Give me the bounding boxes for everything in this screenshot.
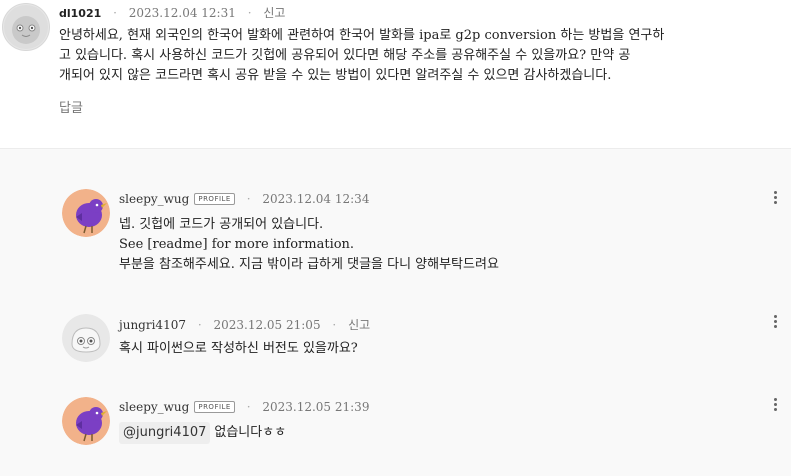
username[interactable]: sleepy_wug xyxy=(119,400,189,414)
reply-button[interactable]: 답글 xyxy=(59,97,83,116)
timestamp: 2023.12.05 21:39 xyxy=(262,400,370,414)
main-comment: dl1021 · 2023.12.04 12:31 · 신고 안녕하세요, 현재… xyxy=(0,0,791,148)
reply-line: 넵. 깃헙에 코드가 공개되어 있습니다. xyxy=(119,217,324,232)
profile-badge[interactable]: PROFILE xyxy=(194,193,235,205)
reply-body: @jungri4107 없습니다ㅎㅎ xyxy=(119,422,286,444)
reply-meta: sleepy_wug PROFILE · 2023.12.05 21:39 xyxy=(119,400,369,414)
more-vertical-icon[interactable] xyxy=(774,191,778,206)
separator-dot: · xyxy=(197,318,202,332)
username[interactable]: jungri4107 xyxy=(119,318,186,332)
timestamp: 2023.12.04 12:34 xyxy=(262,192,370,206)
reply-line: 혹시 파이썬으로 작성하신 버전도 있을까요? xyxy=(119,341,358,356)
ghost-avatar-icon[interactable] xyxy=(62,314,110,362)
timestamp: 2023.12.04 12:31 xyxy=(128,6,236,20)
username[interactable]: dl1021 xyxy=(59,7,101,20)
comment-body: 안녕하세요, 현재 외국인의 한국어 발화에 관련하여 한국어 발화를 ipa로… xyxy=(59,26,664,86)
report-link[interactable]: 신고 xyxy=(348,318,370,332)
report-link[interactable]: 신고 xyxy=(263,6,285,20)
reply-meta: sleepy_wug PROFILE · 2023.12.04 12:34 xyxy=(119,192,369,206)
separator-dot: · xyxy=(246,400,251,414)
reply-body: 혹시 파이썬으로 작성하신 버전도 있을까요? xyxy=(119,339,358,359)
bird-avatar-icon[interactable] xyxy=(62,189,110,237)
comment-line: 안녕하세요, 현재 외국인의 한국어 발화에 관련하여 한국어 발화를 ipa로… xyxy=(59,28,665,43)
separator-dot: · xyxy=(246,192,251,206)
separator-dot: · xyxy=(247,6,252,20)
reply-line: 없습니다ㅎㅎ xyxy=(214,425,287,440)
separator-dot: · xyxy=(113,6,117,20)
more-vertical-icon[interactable] xyxy=(774,315,778,330)
bird-avatar-icon[interactable] xyxy=(62,397,110,445)
separator-dot: · xyxy=(332,318,337,332)
reply-body: 넵. 깃헙에 코드가 공개되어 있습니다. See [readme] for m… xyxy=(119,215,499,275)
more-vertical-icon[interactable] xyxy=(774,398,778,413)
reply-line: See [readme] for more information. xyxy=(119,237,355,252)
default-avatar-icon[interactable] xyxy=(2,3,50,51)
comment-line: 개되어 있지 않은 코드라면 혹시 공유 받을 수 있는 방법이 있다면 알려주… xyxy=(59,68,612,83)
profile-badge[interactable]: PROFILE xyxy=(194,401,235,413)
reply-meta: jungri4107 · 2023.12.05 21:05 · 신고 xyxy=(119,316,370,333)
timestamp: 2023.12.05 21:05 xyxy=(213,318,321,332)
comment-line: 고 있습니다. 혹시 사용하신 코드가 깃헙에 공유되어 있다면 해당 주소를 … xyxy=(59,48,631,63)
replies-section: sleepy_wug PROFILE · 2023.12.04 12:34 넵. … xyxy=(0,148,791,476)
username[interactable]: sleepy_wug xyxy=(119,192,189,206)
comment-meta: dl1021 · 2023.12.04 12:31 · 신고 xyxy=(59,4,285,21)
user-mention[interactable]: @jungri4107 xyxy=(119,422,211,444)
reply-line: 부분을 참조해주세요. 지금 밖이라 급하게 댓글을 다니 양해부탁드려요 xyxy=(119,257,499,272)
